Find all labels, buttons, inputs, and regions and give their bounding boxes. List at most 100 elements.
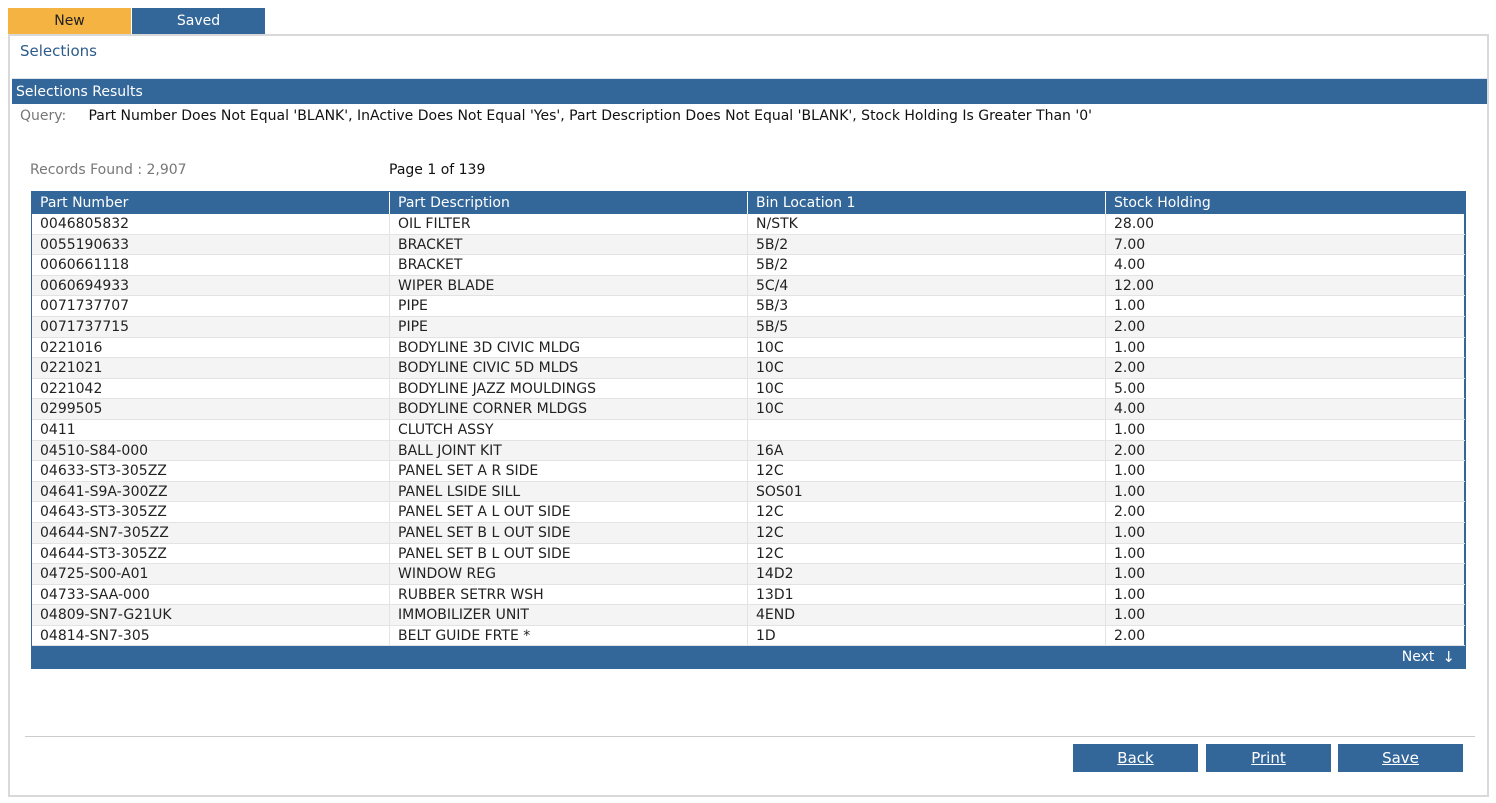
table-footer: Next ↓ [32, 646, 1465, 669]
table-body: 0046805832 OIL FILTER N/STK 28.00 0055190633… [32, 214, 1465, 647]
cell-part-number: 04809-SN7-G21UK [32, 605, 390, 625]
cell-part-description: BRACKET [390, 255, 748, 275]
table-row[interactable]: 0221042 BODYLINE JAZZ MOULDINGS 10C 5.00 [32, 378, 1465, 400]
cell-part-number: 04510-S84-000 [32, 440, 390, 461]
cell-part-number: 04643-ST3-305ZZ [32, 502, 390, 522]
table-row[interactable]: 0411 CLUTCH ASSY 1.00 [32, 419, 1465, 441]
cell-part-description: BODYLINE JAZZ MOULDINGS [390, 378, 748, 399]
cell-stock-holding: 7.00 [1106, 234, 1465, 255]
cell-part-number: 04641-S9A-300ZZ [32, 481, 390, 502]
cell-part-description: PANEL SET A R SIDE [390, 461, 748, 481]
cell-part-description: BELT GUIDE FRTE * [390, 625, 748, 646]
cell-part-number: 0221016 [32, 337, 390, 358]
table-row[interactable]: 04641-S9A-300ZZ PANEL LSIDE SILL SOS01 1.00 [32, 481, 1465, 503]
cell-bin-location: N/STK [748, 214, 1106, 234]
cell-part-number: 04733-SAA-000 [32, 584, 390, 605]
cell-bin-location: 5B/2 [748, 234, 1106, 255]
column-header-part-description[interactable]: Part Description [390, 192, 748, 214]
table-row[interactable]: 04814-SN7-305 BELT GUIDE FRTE * 1D 2.00 [32, 625, 1465, 647]
print-button[interactable]: Print [1206, 744, 1331, 772]
cell-part-description: RUBBER SETRR WSH [390, 584, 748, 605]
cell-bin-location: 13D1 [748, 584, 1106, 605]
table-row[interactable]: 04644-ST3-305ZZ PANEL SET B L OUT SIDE 12C… [32, 543, 1465, 565]
table-row[interactable]: 0221021 BODYLINE CIVIC 5D MLDS 10C 2.00 [32, 358, 1465, 379]
table-row[interactable]: 0221016 BODYLINE 3D CIVIC MLDG 10C 1.00 [32, 337, 1465, 359]
table-row[interactable]: 0060694933 WIPER BLADE 5C/4 12.00 [32, 275, 1465, 297]
next-link[interactable]: Next ↓ [1402, 648, 1455, 666]
table-row[interactable]: 0046805832 OIL FILTER N/STK 28.00 [32, 214, 1465, 235]
cell-stock-holding: 1.00 [1106, 419, 1465, 440]
cell-part-description: BODYLINE 3D CIVIC MLDG [390, 337, 748, 358]
cell-bin-location: 5B/5 [748, 316, 1106, 337]
cell-part-description: OIL FILTER [390, 214, 748, 234]
cell-part-description: PANEL SET B L OUT SIDE [390, 522, 748, 543]
cell-bin-location: 12C [748, 502, 1106, 522]
tab-saved-selection[interactable]: Saved Selection [132, 8, 265, 55]
cell-bin-location [748, 419, 1106, 440]
table-row[interactable]: 04643-ST3-305ZZ PANEL SET A L OUT SIDE 12C… [32, 502, 1465, 523]
cell-bin-location: 5B/2 [748, 255, 1106, 275]
cell-bin-location: 5C/4 [748, 275, 1106, 296]
divider [25, 736, 1475, 737]
cell-stock-holding: 1.00 [1106, 296, 1465, 316]
cell-stock-holding: 2.00 [1106, 358, 1465, 378]
arrow-down-icon: ↓ [1442, 648, 1455, 667]
cell-part-description: PIPE [390, 316, 748, 337]
cell-part-number: 0071737707 [32, 296, 390, 316]
column-header-part-number[interactable]: Part Number [32, 192, 390, 214]
tab-new-selection[interactable]: New Selection [8, 8, 131, 55]
cell-bin-location: 10C [748, 399, 1106, 419]
cell-stock-holding: 5.00 [1106, 378, 1465, 399]
table-row[interactable]: 04510-S84-000 BALL JOINT KIT 16A 2.00 [32, 440, 1465, 462]
cell-stock-holding: 1.00 [1106, 481, 1465, 502]
cell-part-number: 0071737715 [32, 316, 390, 337]
selection-panel: Selections Selections Results Query: Par… [8, 34, 1489, 797]
back-button[interactable]: Back [1073, 744, 1198, 772]
query-row: Query: Part Number Does Not Equal 'BLANK… [20, 108, 1092, 124]
table-row[interactable]: 0299505 BODYLINE CORNER MLDGS 10C 4.00 [32, 399, 1465, 420]
cell-part-description: BODYLINE CIVIC 5D MLDS [390, 358, 748, 378]
cell-stock-holding: 1.00 [1106, 543, 1465, 564]
table-row[interactable]: 04725-S00-A01 WINDOW REG 14D2 1.00 [32, 564, 1465, 585]
cell-bin-location: 12C [748, 461, 1106, 481]
cell-stock-holding: 1.00 [1106, 522, 1465, 543]
cell-stock-holding: 28.00 [1106, 214, 1465, 234]
cell-bin-location: 10C [748, 358, 1106, 378]
table-row[interactable]: 04633-ST3-305ZZ PANEL SET A R SIDE 12C 1.00 [32, 461, 1465, 482]
table-row[interactable]: 04644-SN7-305ZZ PANEL SET B L OUT SIDE 12C… [32, 522, 1465, 544]
cell-stock-holding: 12.00 [1106, 275, 1465, 296]
table-row[interactable]: 04733-SAA-000 RUBBER SETRR WSH 13D1 1.00 [32, 584, 1465, 606]
table-row[interactable]: 04809-SN7-G21UK IMMOBILIZER UNIT 4END 1.00 [32, 605, 1465, 626]
table-row[interactable]: 0055190633 BRACKET 5B/2 7.00 [32, 234, 1465, 256]
cell-bin-location: 4END [748, 605, 1106, 625]
cell-part-number: 04633-ST3-305ZZ [32, 461, 390, 481]
cell-stock-holding: 2.00 [1106, 316, 1465, 337]
cell-part-number: 0060694933 [32, 275, 390, 296]
table-row[interactable]: 0071737715 PIPE 5B/5 2.00 [32, 316, 1465, 338]
cell-part-number: 0055190633 [32, 234, 390, 255]
cell-stock-holding: 2.00 [1106, 625, 1465, 646]
cell-bin-location: 12C [748, 543, 1106, 564]
table-row[interactable]: 0060661118 BRACKET 5B/2 4.00 [32, 255, 1465, 276]
cell-stock-holding: 1.00 [1106, 605, 1465, 625]
save-button[interactable]: Save [1338, 744, 1463, 772]
cell-part-number: 0221042 [32, 378, 390, 399]
cell-stock-holding: 1.00 [1106, 584, 1465, 605]
cell-bin-location: 5B/3 [748, 296, 1106, 316]
cell-stock-holding: 4.00 [1106, 399, 1465, 419]
section-title: Selections [20, 42, 97, 60]
column-header-stock-holding[interactable]: Stock Holding [1106, 192, 1465, 214]
column-header-bin-location[interactable]: Bin Location 1 [748, 192, 1106, 214]
cell-bin-location: 10C [748, 337, 1106, 358]
cell-stock-holding: 1.00 [1106, 461, 1465, 481]
results-header: Selections Results [12, 78, 1487, 104]
cell-part-number: 0411 [32, 419, 390, 440]
cell-part-description: WINDOW REG [390, 564, 748, 584]
cell-bin-location: 1D [748, 625, 1106, 646]
table-row[interactable]: 0071737707 PIPE 5B/3 1.00 [32, 296, 1465, 317]
cell-part-number: 0060661118 [32, 255, 390, 275]
cell-bin-location: 10C [748, 378, 1106, 399]
cell-part-number: 04644-ST3-305ZZ [32, 543, 390, 564]
cell-part-number: 0046805832 [32, 214, 390, 234]
records-found: Records Found : 2,907 [30, 162, 187, 178]
